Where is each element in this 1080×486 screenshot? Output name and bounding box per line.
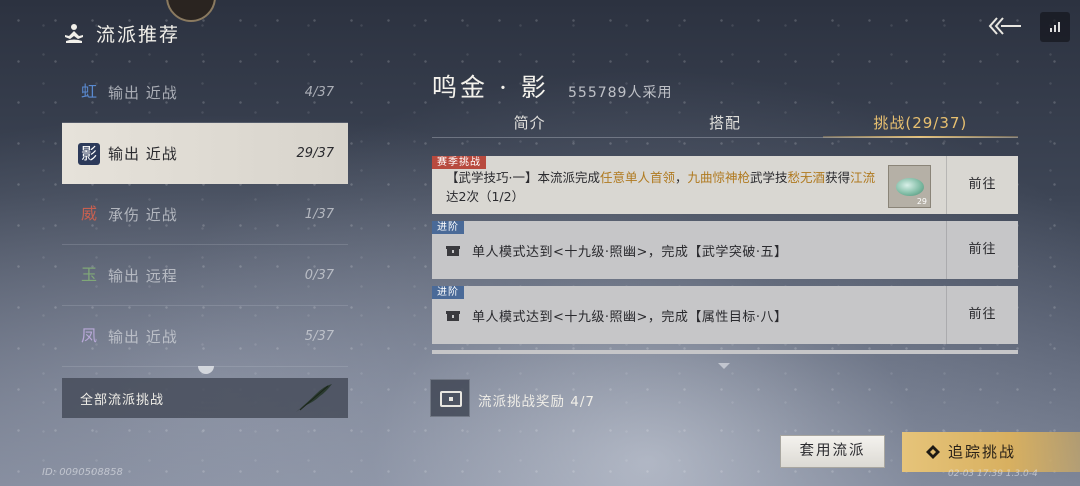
challenge-desc: 单人模式达到<十九级·照幽>，完成【属性目标·八】 [472,310,788,325]
desc-text: 【武学技巧·一】本流派完成 [446,170,600,185]
meditation-figure-icon [62,22,86,46]
chest-icon [446,311,460,321]
school-item-count: 0/37 [304,267,334,283]
users-count: 555789人采用 [568,85,673,101]
school-item-feng[interactable]: 凤 输出 近战 5/37 [62,306,348,367]
challenge-card: 进阶 单人模式达到<十九级·照幽>，完成【属性目标·八】 前往 [432,286,1018,344]
page-title: 流派推荐 [96,24,181,46]
school-item-label: 输出 近战 [108,327,178,346]
school-item-count: 5/37 [304,328,334,344]
school-item-hong[interactable]: 虹 输出 近战 4/37 [62,62,348,123]
school-item-wei[interactable]: 威 承伤 近战 1/37 [62,184,348,245]
challenge-list: 赛季挑战 【武学技巧·一】本流派完成任意单人首领，九曲惊神枪武学技愁无酒获得江流… [432,156,1018,354]
all-challenge-label: 全部流派挑战 [80,392,165,408]
challenge-desc: 单人模式达到<十九级·照幽>，完成【武学突破·五】 [472,245,788,260]
jade-icon [896,178,924,196]
school-list: 虹 输出 近战 4/37 影 输出 近战 29/37 威 承伤 近战 1/37 … [62,62,348,367]
school-name: 鸣金 · 影 [432,73,549,102]
challenge-card-partial [432,350,1018,354]
challenge-desc: 【武学技巧·一】本流派完成任意单人首领，九曲惊神枪武学技愁无酒获得江流达2次（1… [446,168,886,206]
highlight-text: 任意单人首领 [599,170,675,185]
desc-text: 达2次（1/2） [446,189,525,204]
school-item-yu[interactable]: 玉 输出 远程 0/37 [62,245,348,306]
highlight-text: 九曲惊神枪 [687,170,751,185]
reward-label[interactable]: 流派挑战奖励 4/7 [478,390,595,410]
challenge-tag: 进阶 [432,221,464,234]
school-glyph-icon: 凤 [80,326,97,345]
version-text: 02-03 17:39 1.3.0-4 [948,469,1038,479]
school-item-count: 4/37 [304,84,334,100]
school-glyph-icon: 影 [78,142,100,165]
reward-item-count: 29 [916,197,927,206]
all-challenge-button[interactable]: 全部流派挑战 [62,378,348,418]
track-challenge-label: 追踪挑战 [948,443,1017,461]
school-item-label: 输出 近战 [108,83,178,102]
chest-icon [446,246,460,256]
desc-text: 获得 [825,170,851,185]
feather-icon [296,384,332,412]
school-item-label: 输出 近战 [108,145,178,163]
school-glyph-icon: 虹 [80,82,97,101]
school-item-count: 29/37 [296,146,334,161]
school-glyph-icon: 威 [80,204,97,223]
back-button[interactable] [985,14,1025,42]
reward-item[interactable]: 29 [888,165,931,208]
apply-school-button[interactable]: 套用流派 [780,435,885,468]
desc-text: ， [675,170,688,185]
school-item-ying[interactable]: 影 输出 近战 29/37 [62,123,348,184]
tab-challenge[interactable]: 挑战(29/37) [822,110,1019,138]
goto-button[interactable]: 前往 [947,286,1018,344]
school-glyph-icon: 玉 [80,265,97,284]
tabs-divider [432,137,1018,138]
desc-text: 武学技 [750,170,788,185]
track-challenge-button[interactable]: 追踪挑战 [902,432,1080,472]
tab-bar: 简介 搭配 挑战(29/37) [432,110,1019,138]
scroll-down-icon [718,363,730,369]
tab-intro[interactable]: 简介 [432,110,627,138]
goto-button[interactable]: 前往 [947,221,1018,279]
challenge-tag: 进阶 [432,286,464,299]
player-id: ID: 0090508858 [42,467,123,478]
highlight-text: 愁无酒 [787,170,826,185]
tab-combo[interactable]: 搭配 [627,110,822,138]
reward-chest-button[interactable] [430,379,470,417]
school-item-count: 1/37 [304,206,334,222]
highlight-text: 江流 [850,170,876,185]
chest-icon [440,391,462,407]
diamond-icon [926,445,940,459]
signal-icon[interactable] [1040,12,1070,42]
challenge-card: 进阶 单人模式达到<十九级·照幽>，完成【武学突破·五】 前往 [432,221,1018,279]
school-item-label: 承伤 近战 [108,205,178,224]
goto-button[interactable]: 前往 [947,156,1018,214]
page-header: 流派推荐 [62,20,180,47]
school-item-label: 输出 远程 [108,266,178,285]
challenge-card: 赛季挑战 【武学技巧·一】本流派完成任意单人首领，九曲惊神枪武学技愁无酒获得江流… [432,156,1018,214]
